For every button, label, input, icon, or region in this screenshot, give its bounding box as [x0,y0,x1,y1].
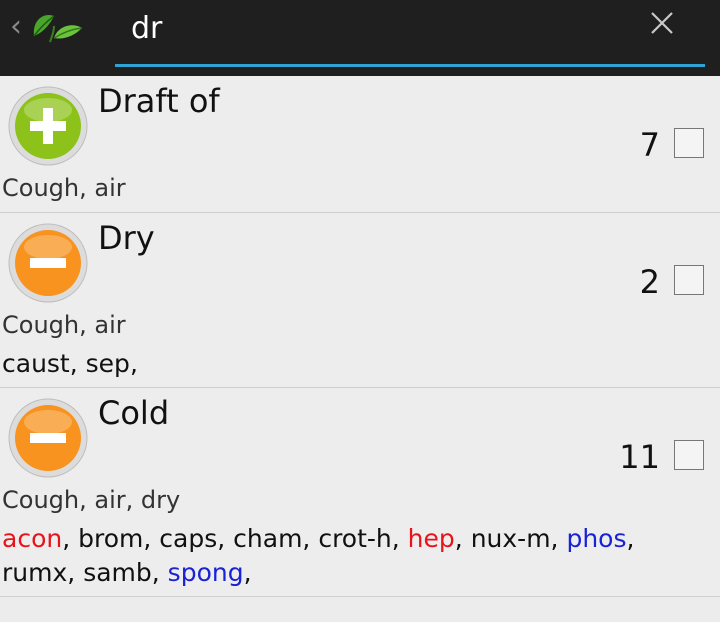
expand-plus-icon[interactable] [6,84,90,168]
search-input[interactable] [131,8,611,48]
remedy-separator: , [143,524,160,553]
remedy-count: 7 [639,126,660,164]
select-checkbox[interactable] [674,265,704,295]
remedy-abbrev[interactable]: hep [408,524,455,553]
rubric-row[interactable]: Dry 2 Cough, air caust, sep, [0,213,720,388]
remedy-abbrev[interactable]: cham [233,524,302,553]
rubric-row[interactable]: Draft of 7 Cough, air [0,76,720,213]
remedy-abbrev[interactable]: rumx [2,558,67,587]
rubric-title[interactable]: Cold [98,394,169,432]
leaf-logo-icon[interactable] [28,6,84,46]
rubric-title[interactable]: Draft of [98,82,220,120]
rubric-path: Cough, air [2,311,126,339]
rubric-list: Draft of 7 Cough, air Dry 2 Cough, air caust, … [0,76,720,597]
remedy-count: 11 [619,438,660,476]
rubric-title[interactable]: Dry [98,219,155,257]
clear-search-icon[interactable] [647,8,677,38]
remedy-separator: , [626,524,635,553]
select-checkbox[interactable] [674,128,704,158]
remedy-separator: , [62,524,79,553]
collapse-minus-icon[interactable] [6,396,90,480]
remedy-separator: , [129,349,138,378]
remedy-count: 2 [639,263,660,301]
remedy-separator: , [217,524,234,553]
remedy-abbrev[interactable]: spong [168,558,244,587]
rubric-path: Cough, air [2,174,126,202]
search-field [115,0,705,67]
remedy-separator: , [302,524,319,553]
remedy-abbrev[interactable]: sep [86,349,130,378]
remedy-list: acon, brom, caps, cham, crot-h, hep, nux… [2,522,714,590]
rubric-row[interactable]: Cold 11 Cough, air, dry acon, brom, caps, c… [0,388,720,597]
remedy-separator: , [550,524,567,553]
remedy-abbrev[interactable]: caust [2,349,70,378]
back-chevron-icon[interactable]: ‹ [10,12,22,42]
remedy-abbrev[interactable]: phos [566,524,626,553]
action-bar: ‹ [0,0,720,76]
remedy-abbrev[interactable]: caps [159,524,217,553]
remedy-separator: , [391,524,408,553]
remedy-separator: , [454,524,471,553]
remedy-separator: , [243,558,252,587]
collapse-minus-icon[interactable] [6,221,90,305]
remedy-abbrev[interactable]: nux-m [471,524,551,553]
remedy-abbrev[interactable]: acon [2,524,62,553]
rubric-path: Cough, air, dry [2,486,181,514]
remedy-abbrev[interactable]: samb [83,558,152,587]
remedy-abbrev[interactable]: crot-h [318,524,391,553]
remedy-separator: , [69,349,86,378]
remedy-list: caust, sep, [2,347,714,381]
remedy-separator: , [151,558,168,587]
remedy-abbrev[interactable]: brom [78,524,143,553]
remedy-separator: , [67,558,84,587]
select-checkbox[interactable] [674,440,704,470]
